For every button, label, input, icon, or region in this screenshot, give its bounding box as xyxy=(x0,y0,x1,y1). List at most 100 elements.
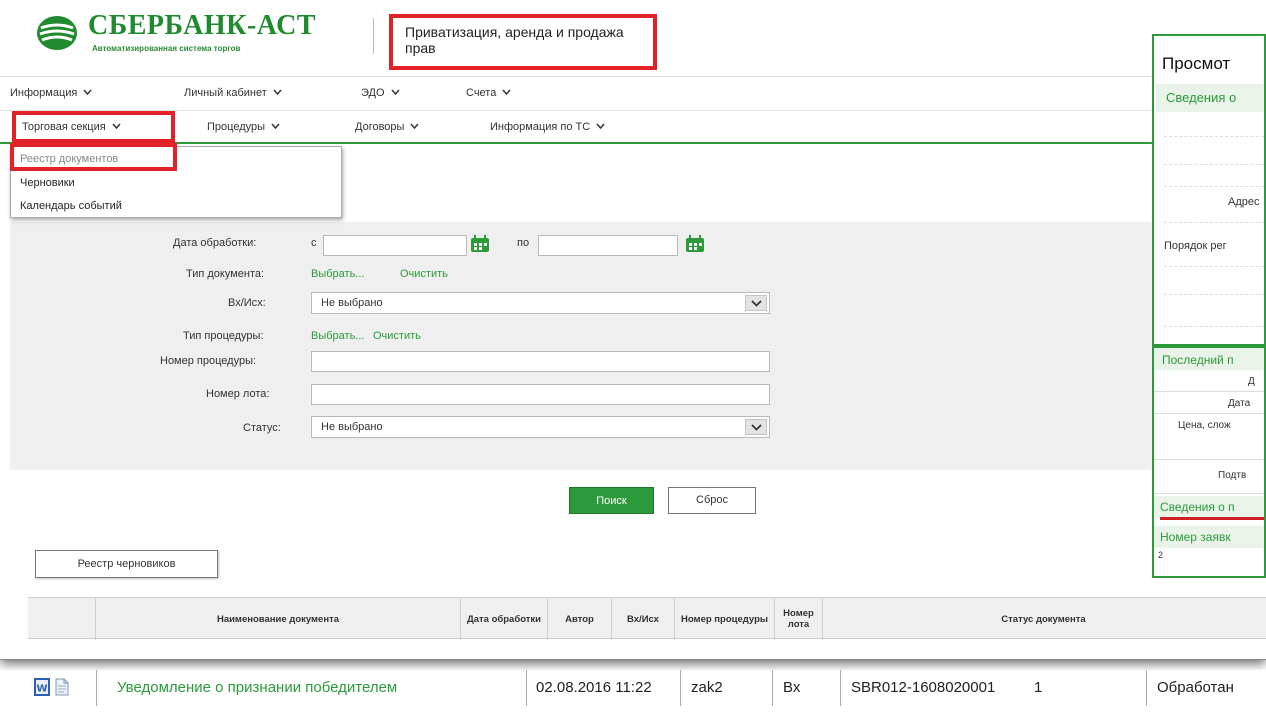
cell-divider xyxy=(772,670,773,706)
chevron-down-icon xyxy=(83,87,92,96)
file-icon[interactable] xyxy=(55,678,69,696)
nav-item-label: Личный кабинет xyxy=(184,87,267,99)
panel-row: Д xyxy=(1154,370,1264,392)
bid-number-header-label: Номер заявк xyxy=(1160,530,1231,544)
search-button[interactable]: Поиск xyxy=(569,487,654,514)
lot-number-label: Номер лота: xyxy=(206,388,270,400)
column-header-lot[interactable]: Номер лота xyxy=(775,598,823,640)
column-header-direction[interactable]: Вх/Исх xyxy=(612,598,675,640)
nav-item-information[interactable]: Информация xyxy=(10,87,92,99)
trade-section-highlight xyxy=(12,111,175,143)
lot-number-input[interactable] xyxy=(311,384,770,405)
divider xyxy=(1164,136,1264,137)
sberbank-emblem-icon xyxy=(37,16,77,50)
nav-item-edo[interactable]: ЭДО xyxy=(361,87,400,99)
doc-lot-number: 1 xyxy=(1034,679,1043,696)
doc-direction: Вх xyxy=(783,679,801,696)
chevron-down-icon xyxy=(271,121,280,130)
nav-item-label: Информация xyxy=(10,87,78,99)
proc-number-input[interactable] xyxy=(311,351,770,372)
nav-item-label: Процедуры xyxy=(207,121,266,133)
view-panel: Просмот Сведения о Адрес Порядок рег xyxy=(1152,34,1266,346)
red-underline-highlight xyxy=(1160,517,1264,520)
column-header-status[interactable]: Статус документа xyxy=(823,598,1264,640)
column-header-doc-name[interactable]: Наименование документа xyxy=(96,598,461,640)
section-title: Приватизация, аренда и продажа прав xyxy=(405,24,624,56)
filter-panel: Дата обработки: с по Тип документа: Выбр… xyxy=(10,222,1266,470)
nav-item-label: Счета xyxy=(466,87,497,99)
panel-row-label: Подтв xyxy=(1218,470,1247,481)
date-to-input[interactable] xyxy=(538,235,678,256)
direction-select[interactable]: Не выбрано xyxy=(311,292,770,314)
nav-item-procedures[interactable]: Процедуры xyxy=(207,121,280,133)
doc-type-clear-link[interactable]: Очистить xyxy=(400,268,448,280)
divider xyxy=(1164,266,1264,267)
menu-item-events-calendar[interactable]: Календарь событий xyxy=(20,200,122,212)
panel-row-label: Дата xyxy=(1228,398,1251,409)
doc-proc-number: SBR012-1608020001 xyxy=(851,679,996,696)
cell-divider xyxy=(680,670,681,706)
chevron-down-icon xyxy=(390,87,400,96)
view-panel-title: Просмот xyxy=(1162,54,1231,73)
main-navigation: Торговая секция Процедуры Договоры Инфор… xyxy=(0,110,1266,144)
menu-item-drafts[interactable]: Черновики xyxy=(20,177,75,189)
sberbank-ast-logo[interactable]: СБЕРБАНК-АСТ Автоматизированная система … xyxy=(36,10,336,58)
doc-type-choose-link[interactable]: Выбрать... xyxy=(311,268,364,280)
proc-type-choose-link[interactable]: Выбрать... xyxy=(311,330,364,342)
column-header-date[interactable]: Дата обработки xyxy=(461,598,548,640)
header-divider xyxy=(373,18,374,54)
main-window: СБЕРБАНК-АСТ Автоматизированная система … xyxy=(0,0,1266,660)
doc-date: 02.08.2016 11:22 xyxy=(536,679,652,696)
site-header: СБЕРБАНК-АСТ Автоматизированная система … xyxy=(0,0,1266,76)
document-registry-highlight xyxy=(10,143,177,171)
column-header-author[interactable]: Автор xyxy=(548,598,612,640)
chevron-down-icon xyxy=(410,121,420,130)
bid-number-header: Номер заявк xyxy=(1154,526,1264,548)
chevron-down-icon xyxy=(502,87,511,96)
doc-name-link[interactable]: Уведомление о признании победителем xyxy=(117,670,397,706)
doc-status: Обработан xyxy=(1157,679,1234,696)
calendar-icon[interactable] xyxy=(685,235,705,253)
direction-label: Вх/Исх: xyxy=(228,297,266,309)
nav-item-contracts[interactable]: Договоры xyxy=(355,121,420,133)
nav-item-personal-cabinet[interactable]: Личный кабинет xyxy=(184,87,282,99)
drafts-registry-button[interactable]: Реестр черновиков xyxy=(35,550,218,578)
nav-item-label: Договоры xyxy=(355,121,405,133)
date-from-prefix: с xyxy=(311,237,317,249)
reset-button[interactable]: Сброс xyxy=(668,487,756,514)
doc-author: zak2 xyxy=(691,679,723,696)
chevron-down-icon xyxy=(596,121,605,130)
chevron-down-icon xyxy=(745,419,767,435)
section-title-highlight: Приватизация, аренда и продажа прав xyxy=(389,14,657,70)
column-header-icon xyxy=(28,598,96,640)
panel-row: Дата xyxy=(1154,392,1264,414)
last-offer-panel: Последний п Д Дата Цена, слож Подтв Свед… xyxy=(1152,346,1266,578)
nav-item-accounts[interactable]: Счета xyxy=(466,87,511,99)
cell-divider xyxy=(840,670,841,706)
nav-item-label: ЭДО xyxy=(361,87,385,99)
date-to-prefix: по xyxy=(517,237,530,249)
divider xyxy=(1164,326,1264,327)
last-offer-header: Последний п xyxy=(1154,348,1264,370)
documents-table-header: Наименование документа Дата обработки Ав… xyxy=(28,597,1266,640)
proc-type-clear-link[interactable]: Очистить xyxy=(373,330,421,342)
column-header-proc-number[interactable]: Номер процедуры xyxy=(675,598,775,640)
status-select[interactable]: Не выбрано xyxy=(311,416,770,438)
cell-divider xyxy=(1146,670,1147,706)
result-table-row[interactable]: W Уведомление о признании победителем 02… xyxy=(0,670,1266,714)
logo-title: СБЕРБАНК-АСТ xyxy=(88,10,317,41)
panel-row: Цена, слож xyxy=(1154,414,1264,460)
top-navigation: Информация Личный кабинет ЭДО Счета xyxy=(0,76,1266,110)
date-from-input[interactable] xyxy=(323,235,467,256)
proc-type-label: Тип процедуры: xyxy=(183,330,264,342)
panel-row: Подтв xyxy=(1154,460,1264,494)
proc-number-label: Номер процедуры: xyxy=(160,355,257,367)
status-select-value: Не выбрано xyxy=(321,421,383,433)
direction-select-value: Не выбрано xyxy=(321,297,383,309)
svg-text:W: W xyxy=(36,684,47,695)
calendar-icon[interactable] xyxy=(470,235,490,253)
word-document-icon[interactable]: W xyxy=(34,678,50,696)
nav-item-ts-information[interactable]: Информация по ТС xyxy=(490,121,605,133)
divider xyxy=(1164,164,1264,165)
cell-divider xyxy=(526,670,527,706)
